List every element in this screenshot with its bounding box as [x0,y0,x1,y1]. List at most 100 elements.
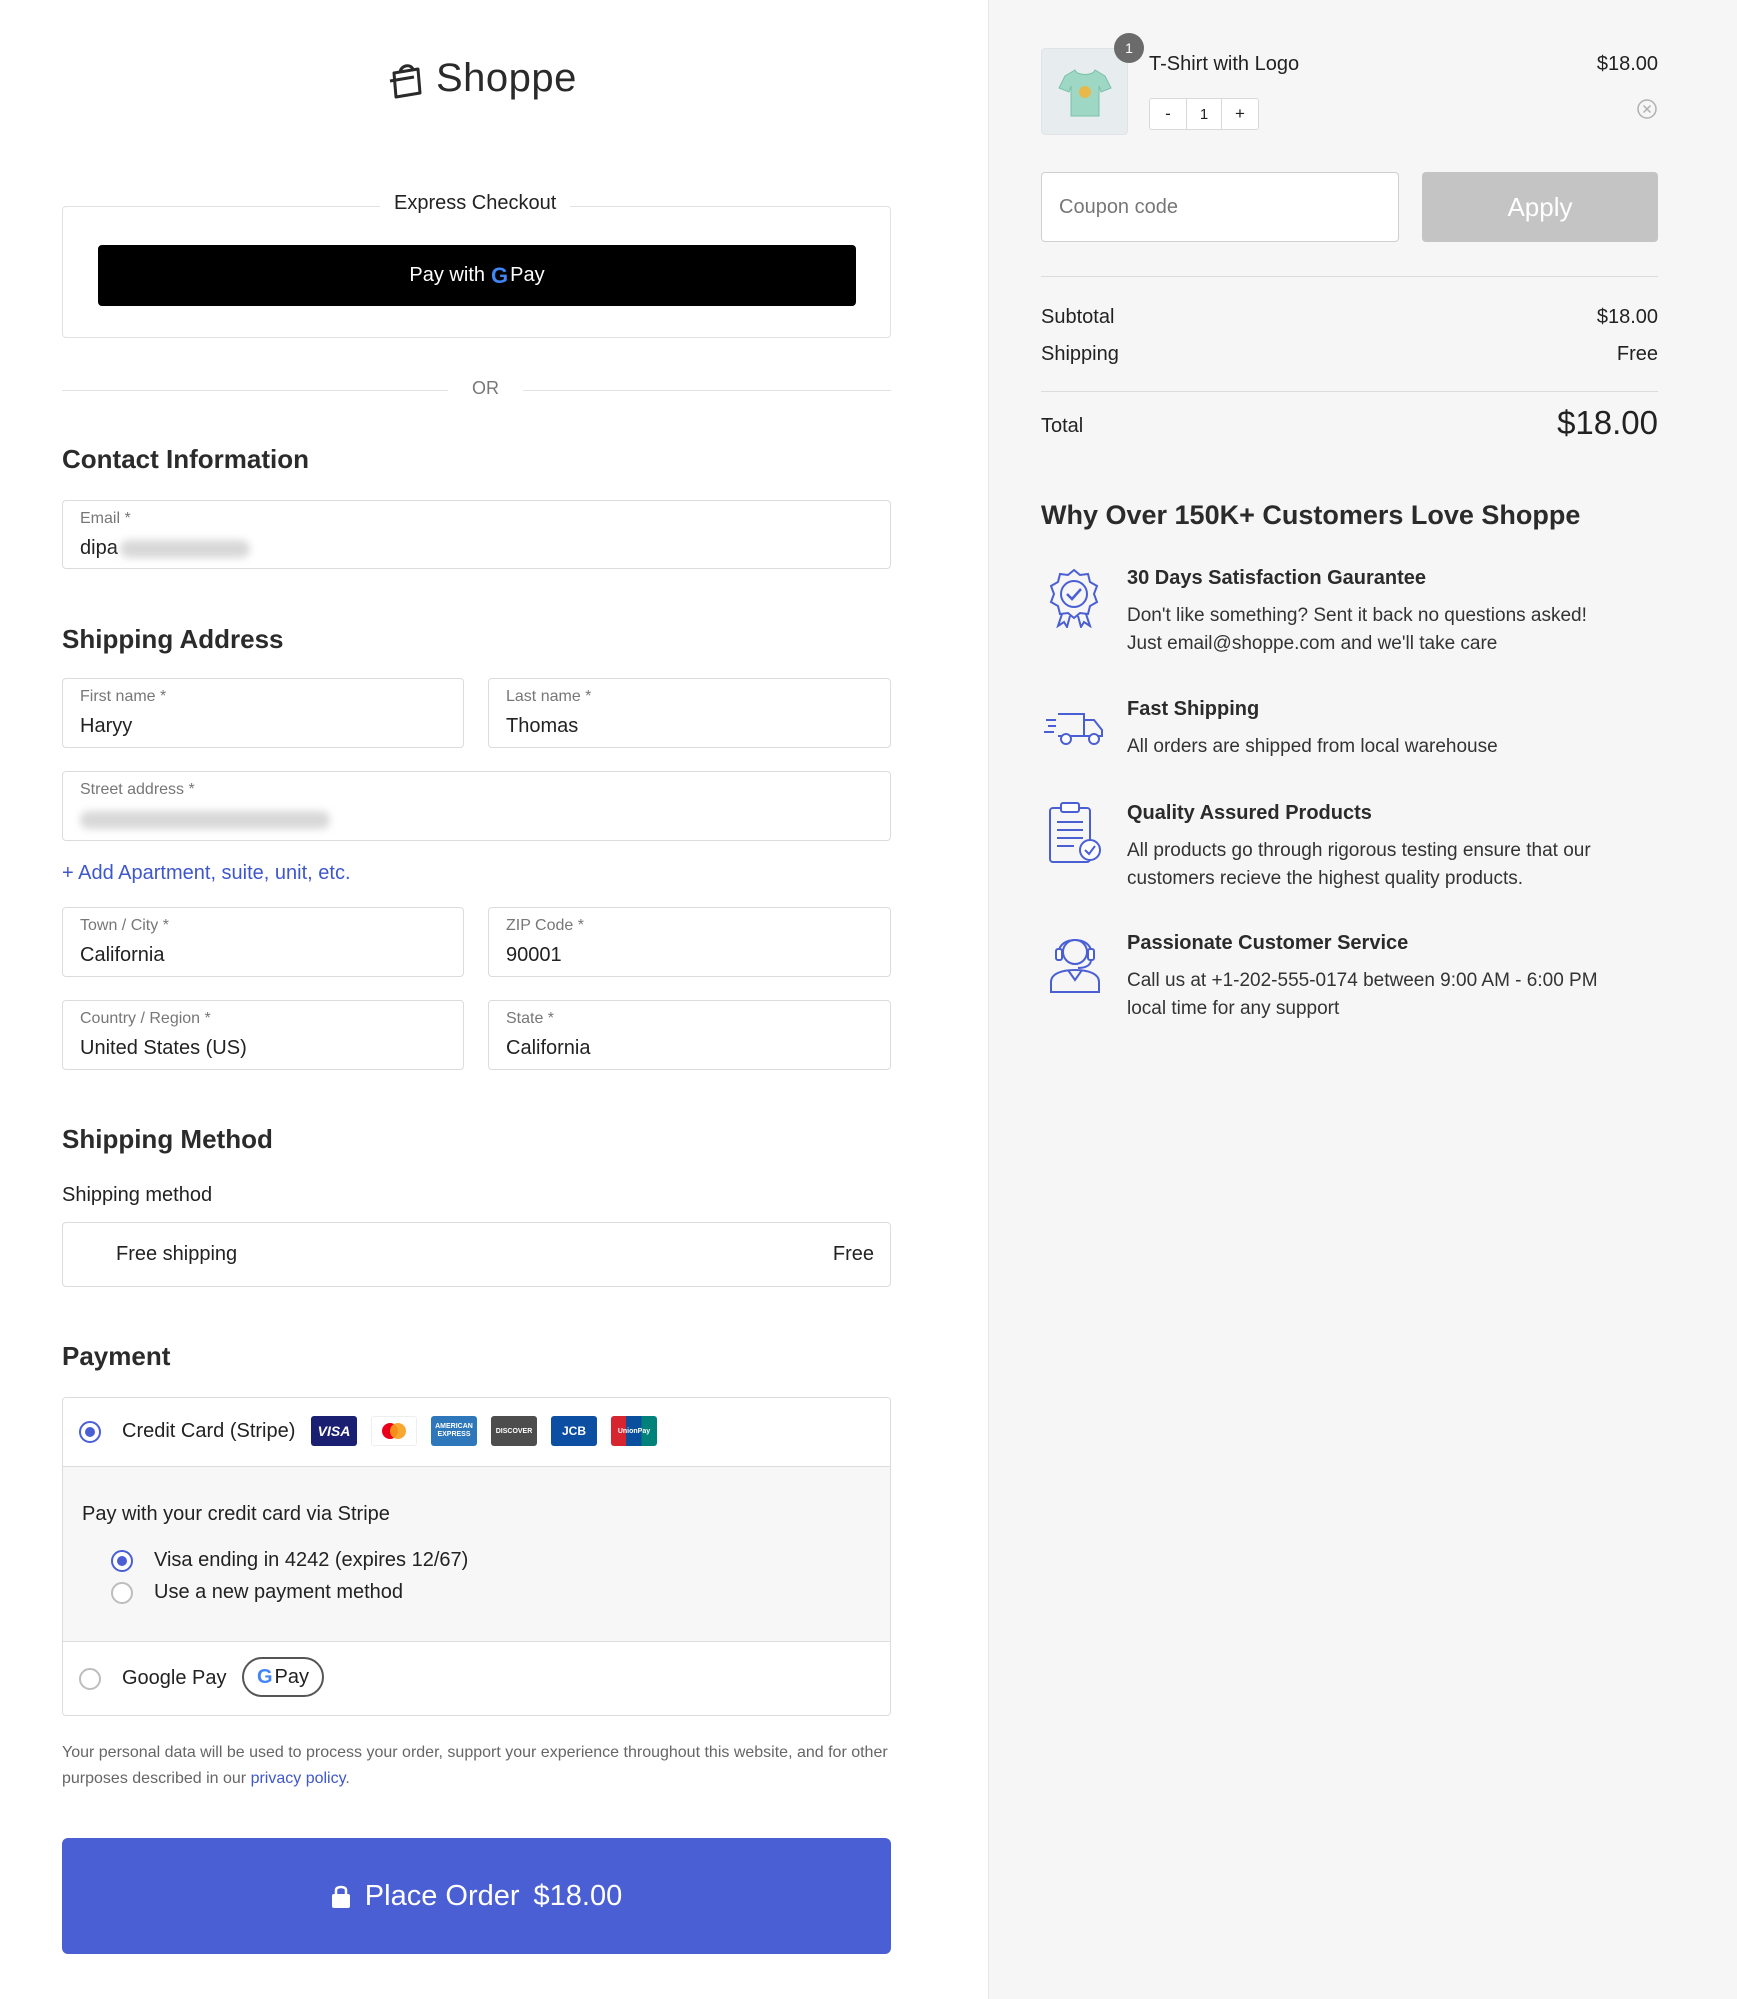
jcb-icon: JCB [551,1416,597,1446]
country-label: Country / Region * [80,1010,211,1027]
zip-label: ZIP Code * [506,917,584,934]
feature-title: Passionate Customer Service [1127,932,1409,954]
contact-section-title: Contact Information [62,444,309,474]
zip-field[interactable]: ZIP Code * 90001 [488,907,891,977]
state-value: California [506,1037,591,1059]
payment-option-stripe[interactable]: Credit Card (Stripe) VISA AMERICAN EXPRE… [63,1398,890,1467]
first-name-label: First name * [80,688,167,705]
google-g-icon: G [491,262,509,288]
truck-icon [1044,708,1106,753]
add-apartment-label: Add Apartment, suite, unit, etc. [78,862,351,884]
mastercard-icon [371,1416,417,1446]
add-apartment-link[interactable]: + Add Apartment, suite, unit, etc. [62,862,351,885]
shipping-address-title: Shipping Address [62,624,284,654]
first-name-field[interactable]: First name * Haryy [62,678,464,748]
brand-logo[interactable]: Shoppe [384,56,577,101]
saved-card-label[interactable]: Visa ending in 4242 (expires 12/67) [154,1549,468,1572]
brand-name: Shoppe [436,56,577,100]
feature-title: 30 Days Satisfaction Gaurantee [1127,567,1427,589]
headset-agent-icon [1046,930,1104,999]
gpay-button-pay: Pay [510,264,545,286]
google-pay-express-button[interactable]: Pay with G Pay [98,245,856,306]
divider [1041,276,1658,277]
feature-text: Call us at +1-202-555-0174 between 9:00 … [1127,970,1598,1019]
feature-text: All products go through rigorous testing… [1127,840,1591,889]
checkout-form-panel: Shoppe Express Checkout Pay with G Pay OR… [0,0,988,1999]
feature-text: Don't like something? Sent it back no qu… [1127,605,1587,654]
shipping-method-title: Shipping Method [62,1124,273,1154]
coupon-input[interactable] [1042,173,1398,241]
stripe-label: Credit Card (Stripe) [122,1420,296,1442]
privacy-end: . [345,1770,350,1787]
payment-title: Payment [62,1341,171,1371]
privacy-notice: Your personal data will be used to proce… [62,1740,891,1792]
why-section-title: Why Over 150K+ Customers Love Shoppe [1041,500,1581,530]
place-order-label: Place Order [364,1879,520,1912]
email-field[interactable]: Email * dipa [62,500,891,569]
stripe-details: Pay with your credit card via Stripe Vis… [63,1467,890,1642]
cart-item-price: $18.00 [1596,53,1658,75]
zip-value: 90001 [506,944,562,966]
quantity-stepper[interactable]: - 1 + [1149,98,1259,130]
apply-coupon-button[interactable]: Apply [1422,172,1658,242]
new-method-label[interactable]: Use a new payment method [154,1581,403,1604]
place-order-button[interactable]: Place Order $18.00 [62,1838,891,1954]
shopping-bag-icon [389,63,422,98]
street-address-value [80,808,330,831]
feature-title: Quality Assured Products [1127,802,1372,824]
city-value: California [80,944,165,966]
total-label: Total [1041,415,1084,437]
city-label: Town / City * [80,917,169,934]
google-pay-radio[interactable] [79,1668,101,1690]
qty-value[interactable]: 1 [1186,99,1222,129]
gpay-button-prefix: Pay with [409,264,485,286]
google-pay-badge-text: Pay [274,1665,310,1688]
lock-icon [331,1885,350,1908]
coupon-field[interactable] [1041,172,1399,242]
total-value: $18.00 [1557,404,1658,441]
payment-methods: Credit Card (Stripe) VISA AMERICAN EXPRE… [62,1397,891,1716]
state-label: State * [506,1010,555,1027]
shipping-option-free[interactable]: Free shipping Free [62,1222,891,1287]
city-field[interactable]: Town / City * California [62,907,464,977]
or-text: OR [448,378,523,399]
country-select[interactable]: Country / Region * United States (US) [62,1000,464,1070]
subtotal-value: $18.00 [1596,306,1658,328]
shipping-option-name: Free shipping [116,1243,238,1265]
plus-icon: + [62,862,74,884]
divider [1041,391,1658,392]
qty-increase-button[interactable]: + [1222,99,1258,129]
street-address-label: Street address * [80,781,195,798]
privacy-text: Your personal data will be used to proce… [62,1744,888,1787]
stripe-radio[interactable] [79,1421,101,1443]
tshirt-icon [1057,68,1112,116]
last-name-field[interactable]: Last name * Thomas [488,678,891,748]
shipping-method-label: Shipping method [62,1184,213,1206]
place-order-amount: $18.00 [533,1879,623,1912]
saved-card-radio[interactable] [111,1550,133,1572]
privacy-policy-link[interactable]: privacy policy [251,1770,346,1787]
email-label: Email * [80,510,131,527]
new-method-radio[interactable] [111,1582,133,1604]
feature-title: Fast Shipping [1127,698,1260,720]
qty-decrease-button[interactable]: - [1150,99,1186,129]
badge-check-icon [1046,566,1102,633]
unionpay-icon: UnionPay [611,1416,657,1446]
payment-option-google-pay[interactable]: Google Pay G Pay [63,1642,890,1715]
feature-text: All orders are shipped from local wareho… [1127,736,1498,757]
clipboard-check-icon [1046,800,1104,871]
express-checkout-title: Express Checkout [380,192,571,215]
country-value: United States (US) [80,1037,247,1059]
shipping-option-price: Free [832,1243,874,1265]
product-thumbnail [1041,48,1128,135]
google-pay-label: Google Pay [122,1667,227,1689]
google-pay-badge: G Pay [242,1657,324,1697]
visa-icon: VISA [311,1416,357,1446]
email-value: dipa [80,537,250,560]
street-address-field[interactable]: Street address * [62,771,891,841]
remove-item-icon[interactable] [1636,98,1658,120]
last-name-label: Last name * [506,688,592,705]
cart-item-count-badge: 1 [1114,33,1144,63]
state-select[interactable]: State * California [488,1000,891,1070]
google-g-icon: G [256,1665,273,1688]
